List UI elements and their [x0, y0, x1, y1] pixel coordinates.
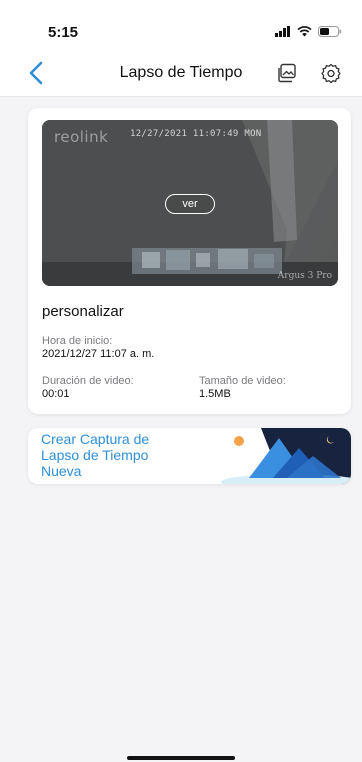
start-time-label: Hora de inicio:	[42, 335, 113, 347]
duration-value: 00:01	[42, 388, 70, 400]
status-time: 5:15	[48, 24, 79, 41]
gallery-icon	[278, 63, 296, 83]
settings-button[interactable]	[320, 62, 342, 84]
wifi-icon	[297, 26, 312, 37]
nav-bar: Lapso de Tiempo	[0, 50, 362, 97]
size-label: Tamaño de video:	[199, 375, 286, 387]
mountain-illustration	[221, 428, 351, 484]
gear-icon	[321, 63, 341, 84]
thumbnail-model: Argus 3 Pro	[277, 271, 332, 281]
start-time-value: 2021/12/27 11:07 a. m.	[42, 348, 155, 360]
video-thumbnail[interactable]: reolink 12/27/2021 11:07:49 MON Argus 3 …	[42, 120, 338, 286]
thumbnail-brand: reolink	[54, 128, 109, 146]
timelapse-card[interactable]: reolink 12/27/2021 11:07:49 MON Argus 3 …	[28, 108, 351, 414]
status-bar: 5:15	[0, 0, 362, 50]
card-title: personalizar	[42, 303, 124, 320]
cellular-signal-icon	[275, 26, 290, 37]
duration-label: Duración de video:	[42, 375, 134, 387]
view-button[interactable]: ver	[165, 194, 215, 214]
create-timelapse-label: Crear Captura de Lapso de Tiempo Nueva	[41, 431, 150, 479]
page-title: Lapso de Tiempo	[119, 64, 243, 81]
thumbnail-timestamp: 12/27/2021 11:07:49 MON	[130, 129, 262, 139]
battery-icon	[318, 26, 342, 37]
size-value: 1.5MB	[199, 388, 231, 400]
home-indicator	[127, 756, 235, 760]
create-timelapse-banner[interactable]: Crear Captura de Lapso de Tiempo Nueva	[28, 428, 351, 484]
status-icons	[275, 26, 342, 37]
gallery-button[interactable]	[277, 63, 297, 83]
